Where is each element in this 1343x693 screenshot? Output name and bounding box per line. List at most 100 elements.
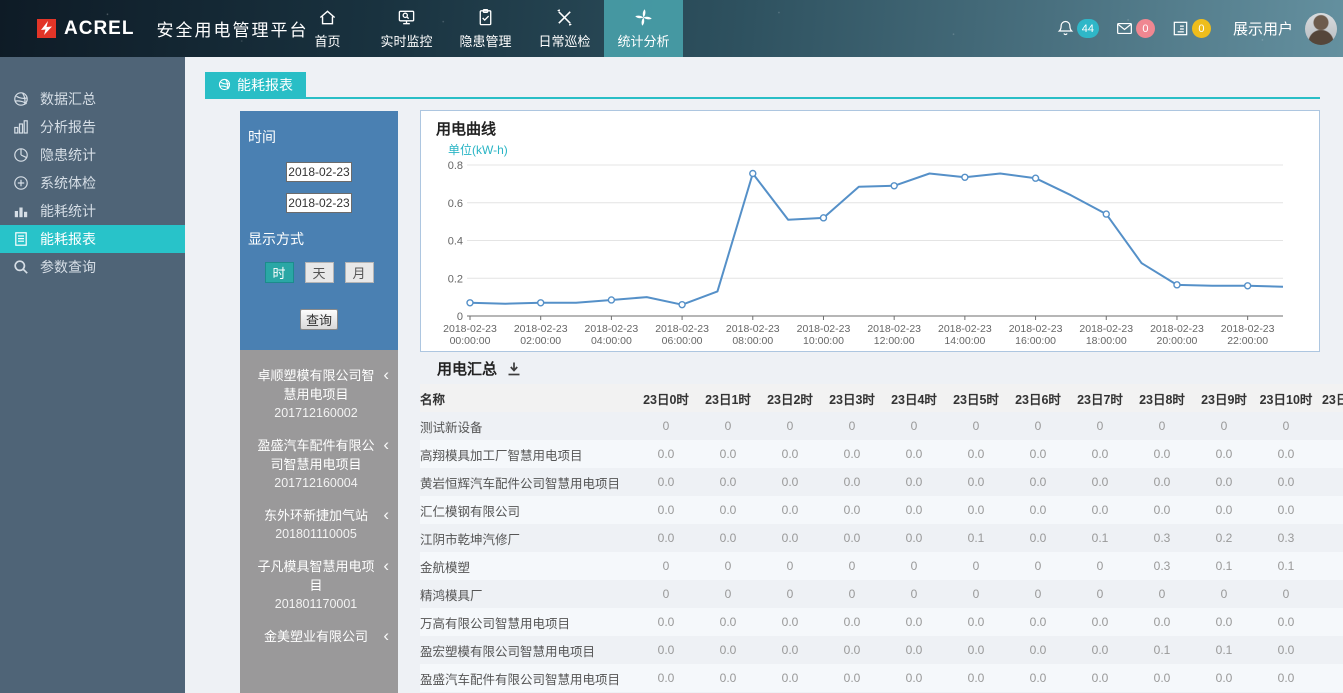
data-summary-icon: [13, 91, 29, 107]
project-item[interactable]: 金美塑业有限公司‹: [240, 617, 398, 652]
svg-text:2018-02-23: 2018-02-23: [1221, 323, 1275, 335]
project-item[interactable]: 盈盛汽车配件有限公司智慧用电项目201712160004‹: [240, 426, 398, 496]
nav-item-statistics-analysis[interactable]: 统计分析: [604, 0, 683, 57]
message-notification[interactable]: 0: [1115, 19, 1155, 38]
value-cell: 0: [821, 419, 883, 433]
sidebar-item-energy-report[interactable]: 能耗报表: [0, 225, 185, 253]
query-button[interactable]: 查询: [300, 309, 338, 330]
project-item[interactable]: 东外环新捷加气站201801110005‹: [240, 496, 398, 547]
project-item[interactable]: 卓顺塑模有限公司智慧用电项目201712160002‹: [240, 356, 398, 426]
svg-text:2018-02-23: 2018-02-23: [585, 323, 639, 335]
row-project-name: 盈宏塑模有限公司智慧用电项目: [420, 641, 635, 660]
value-cell: 0: [635, 559, 697, 573]
value-cell: 0.0: [1255, 643, 1317, 657]
value-cell: 0.0: [1193, 671, 1255, 685]
column-header: 23日10时: [1255, 389, 1317, 408]
chevron-left-icon[interactable]: ‹: [383, 508, 389, 522]
tools-icon: [555, 8, 574, 27]
value-cell: 0: [1255, 587, 1317, 601]
value-cell: 0: [1007, 587, 1069, 601]
doc-icon: [13, 231, 29, 247]
nav-item-daily-inspection[interactable]: 日常巡检: [525, 0, 604, 57]
chart-panel: 用电曲线 单位(kW-h) 00.20.40.60.82018-02-2300:…: [420, 110, 1320, 352]
value-cell: 0.0: [759, 615, 821, 629]
value-cell: 0: [697, 419, 759, 433]
tab-energy-report[interactable]: 能耗报表: [205, 72, 306, 97]
value-cell: 0.0: [883, 671, 945, 685]
alarm-notification[interactable]: 44: [1056, 19, 1099, 38]
table-title: 用电汇总: [437, 358, 497, 379]
nav-item-label: 日常巡检: [538, 31, 590, 50]
chevron-left-icon[interactable]: ‹: [383, 629, 389, 643]
value-cell: 0: [759, 419, 821, 433]
nav-item-home[interactable]: 首页: [288, 0, 367, 57]
svg-text:0: 0: [457, 311, 463, 323]
mode-day-button[interactable]: 天: [305, 262, 334, 283]
chevron-left-icon[interactable]: ‹: [383, 438, 389, 452]
sidebar-item-label: 数据汇总: [40, 89, 96, 109]
project-code: 201712160002: [256, 406, 376, 420]
start-date-input[interactable]: [286, 162, 352, 182]
sidebar-item-analysis-report[interactable]: 分析报告: [0, 113, 185, 141]
svg-text:06:00:00: 06:00:00: [662, 335, 703, 347]
value-cell: 0.0: [759, 531, 821, 545]
table-row: 金航模塑000000000.30.10.1: [420, 552, 1343, 580]
value-cell: 0: [1193, 587, 1255, 601]
value-cell: 0.0: [635, 531, 697, 545]
table-row: 黄岩恒辉汽车配件公司智慧用电项目0.00.00.00.00.00.00.00.0…: [420, 468, 1343, 496]
value-cell: 0: [697, 559, 759, 573]
project-name: 盈盛汽车配件有限公司智慧用电项目: [256, 436, 376, 474]
value-cell: 0.1: [1255, 559, 1317, 573]
project-code: 201801170001: [256, 597, 376, 611]
sidebar-item-energy-statistics[interactable]: 能耗统计: [0, 197, 185, 225]
clipboard-icon: [476, 8, 495, 27]
svg-text:0.2: 0.2: [448, 273, 463, 285]
row-project-name: 江阴市乾坤汽修厂: [420, 529, 635, 548]
nav-item-realtime-monitor[interactable]: 实时监控: [367, 0, 446, 57]
value-cell: 0: [945, 587, 1007, 601]
value-cell: 0: [883, 419, 945, 433]
value-cell: 0: [821, 559, 883, 573]
plus-circle-icon: [13, 175, 29, 191]
user-label[interactable]: 展示用户: [1233, 18, 1293, 39]
value-cell: 0.0: [1193, 475, 1255, 489]
value-cell: 0.0: [1255, 475, 1317, 489]
svg-text:0.6: 0.6: [448, 198, 463, 210]
sidebar: 数据汇总分析报告隐患统计系统体检能耗统计能耗报表参数查询: [0, 57, 185, 693]
sidebar-item-hazard-statistics[interactable]: 隐患统计: [0, 141, 185, 169]
nav-item-label: 统计分析: [617, 31, 669, 50]
sidebar-item-data-summary[interactable]: 数据汇总: [0, 85, 185, 113]
value-cell: 0.0: [697, 531, 759, 545]
task-count-badge: 0: [1192, 19, 1211, 38]
value-cell: 0.0: [945, 475, 1007, 489]
value-cell: 0: [1131, 419, 1193, 433]
monitor-icon: [397, 8, 416, 27]
value-cell: 0: [759, 587, 821, 601]
value-cell: 0.0: [697, 475, 759, 489]
nav-item-hazard-management[interactable]: 隐患管理: [446, 0, 525, 57]
value-cell: 0.3: [1255, 531, 1317, 545]
value-cell: 0.1: [1069, 531, 1131, 545]
chevron-left-icon[interactable]: ‹: [383, 368, 389, 382]
svg-text:08:00:00: 08:00:00: [732, 335, 773, 347]
search-icon: [13, 259, 29, 275]
chevron-left-icon[interactable]: ‹: [383, 559, 389, 573]
sidebar-item-parameter-query[interactable]: 参数查询: [0, 253, 185, 281]
sidebar-item-system-checkup[interactable]: 系统体检: [0, 169, 185, 197]
svg-text:0.4: 0.4: [448, 236, 463, 248]
value-cell: 0.0: [759, 643, 821, 657]
user-avatar[interactable]: [1305, 13, 1337, 45]
value-cell: 0: [1193, 419, 1255, 433]
value-cell: 0.0: [883, 643, 945, 657]
end-date-input[interactable]: [286, 193, 352, 213]
value-cell: 0.0: [821, 671, 883, 685]
project-name: 子凡模具智慧用电项目: [256, 557, 376, 595]
svg-text:2018-02-23: 2018-02-23: [1079, 323, 1133, 335]
value-cell: 0.0: [1069, 503, 1131, 517]
mode-month-button[interactable]: 月: [345, 262, 374, 283]
row-project-name: 测试新设备: [420, 417, 635, 436]
task-notification[interactable]: 0: [1171, 19, 1211, 38]
mode-hour-button[interactable]: 时: [265, 262, 294, 283]
project-item[interactable]: 子凡模具智慧用电项目 201801170001 ‹: [240, 547, 398, 617]
download-icon[interactable]: [506, 361, 522, 377]
